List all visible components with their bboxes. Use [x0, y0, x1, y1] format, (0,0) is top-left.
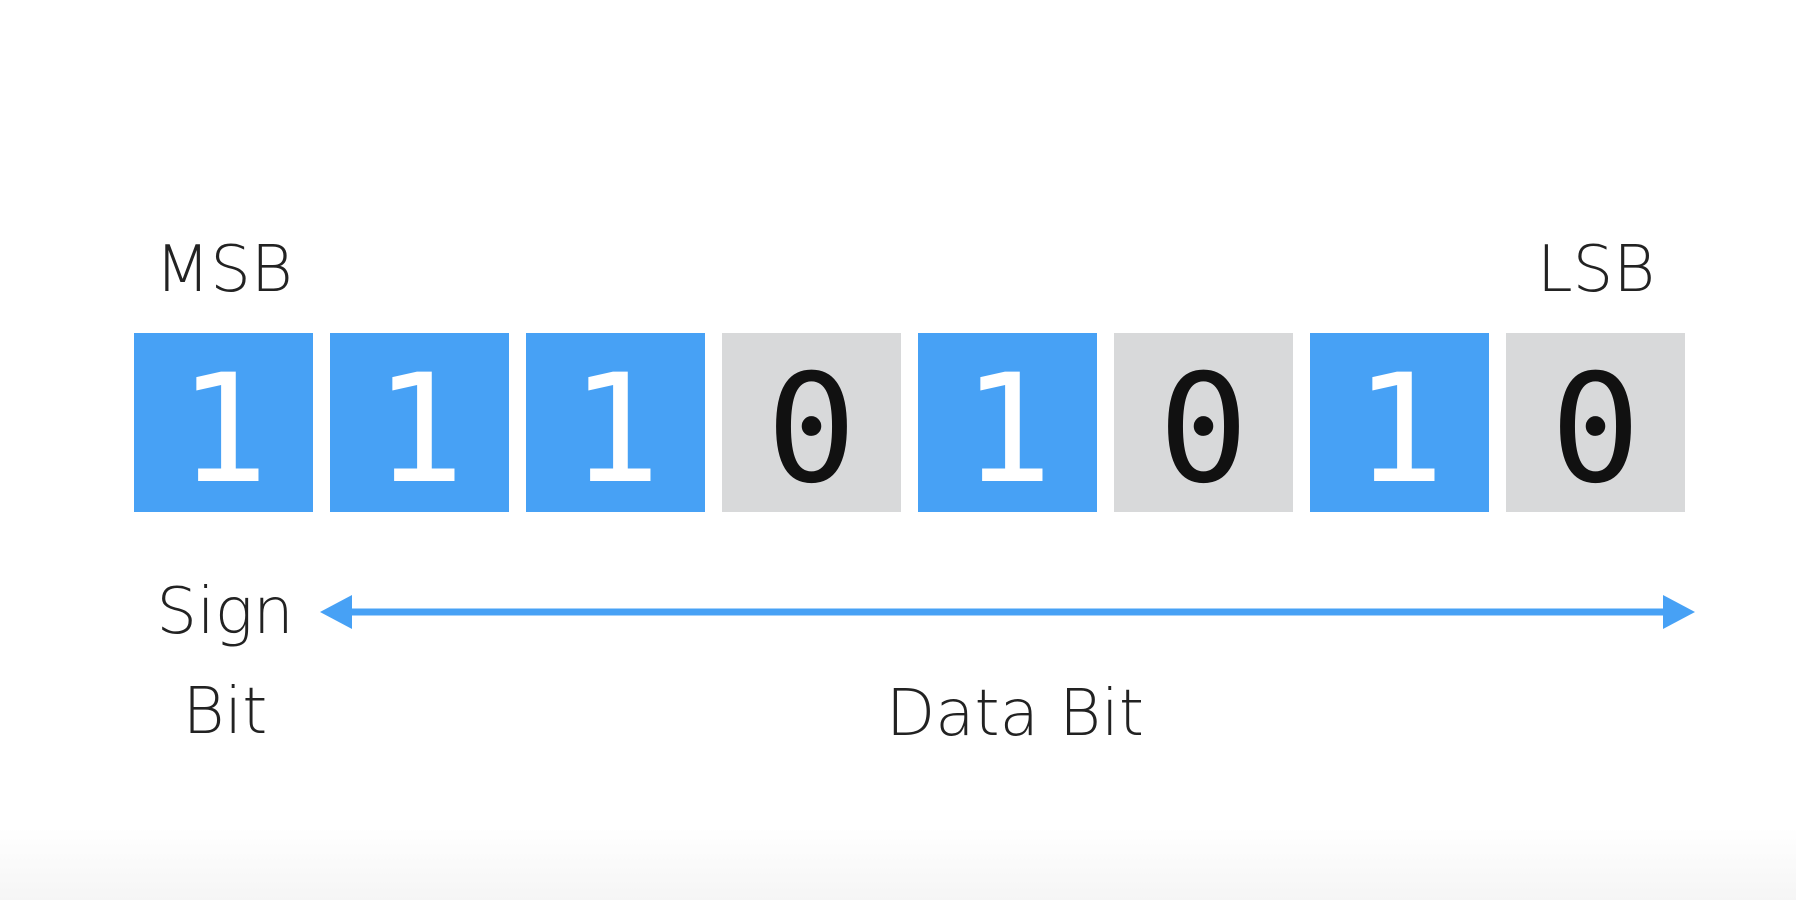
arrow-left-head-icon — [320, 595, 352, 629]
sign-bit-label-line2: Bit — [182, 675, 268, 749]
bit-cell-3: 1 — [526, 333, 705, 512]
data-bit-label: Data Bit — [886, 677, 1144, 751]
bit-cell-6: 0 — [1114, 333, 1293, 512]
bit-cell-4: 0 — [722, 333, 901, 512]
lsb-label: LSB — [1537, 233, 1656, 307]
sign-bit-label-line1: Sign — [156, 575, 294, 649]
arrow-right-head-icon — [1663, 595, 1695, 629]
bit-cell-7: 1 — [1310, 333, 1489, 512]
diagram-canvas: MSB LSB 1 1 1 0 1 0 1 0 Sign Bit Data Bi… — [0, 0, 1796, 900]
bit-cell-8: 0 — [1506, 333, 1685, 512]
msb-label: MSB — [155, 233, 293, 307]
bit-cell-5: 1 — [918, 333, 1097, 512]
bit-row: 1 1 1 0 1 0 1 0 — [134, 333, 1685, 512]
data-bit-range-arrow — [320, 595, 1695, 629]
bit-cell-1: 1 — [134, 333, 313, 512]
sign-bit-label: Sign Bit — [150, 562, 300, 762]
bit-cell-2: 1 — [330, 333, 509, 512]
